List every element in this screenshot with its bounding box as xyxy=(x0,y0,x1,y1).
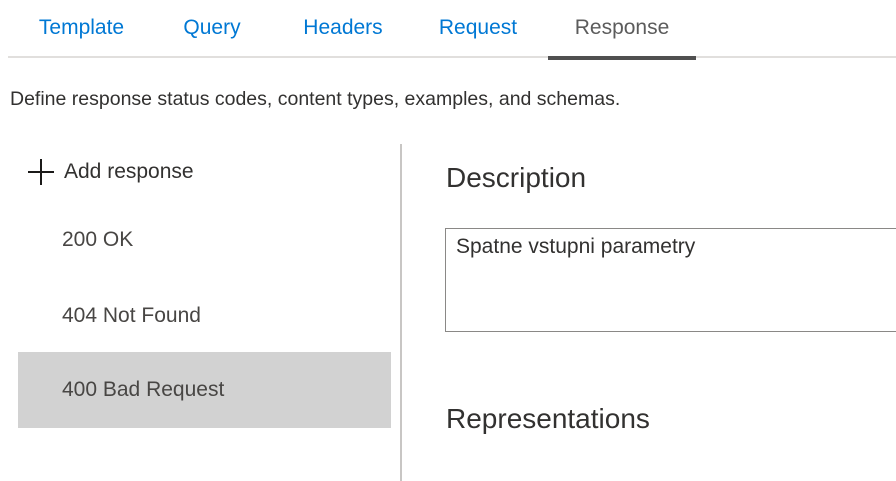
add-response-label: Add response xyxy=(64,160,194,183)
add-response-button[interactable]: Add response xyxy=(28,156,194,188)
tab-query[interactable]: Query xyxy=(176,0,248,58)
tab-bar: Template Query Headers Request Response xyxy=(8,0,896,60)
description-heading: Description xyxy=(446,162,587,193)
plus-icon xyxy=(28,159,54,185)
response-editor: Template Query Headers Request Response … xyxy=(0,0,896,481)
response-item-200[interactable]: 200 OK xyxy=(18,202,391,278)
panel-divider xyxy=(400,144,402,481)
response-item-404[interactable]: 404 Not Found xyxy=(18,278,391,354)
tab-headers[interactable]: Headers xyxy=(295,0,391,58)
description-field[interactable]: Spatne vstupni parametry xyxy=(445,228,896,332)
representations-heading: Representations xyxy=(446,403,650,434)
tab-response[interactable]: Response xyxy=(548,0,696,60)
tab-template[interactable]: Template xyxy=(28,0,135,58)
intro-text: Define response status codes, content ty… xyxy=(10,88,621,110)
response-item-400[interactable]: 400 Bad Request xyxy=(18,352,391,428)
tab-request[interactable]: Request xyxy=(433,0,523,58)
responses-list: Add response 200 OK 404 Not Found 400 Ba… xyxy=(18,144,391,481)
